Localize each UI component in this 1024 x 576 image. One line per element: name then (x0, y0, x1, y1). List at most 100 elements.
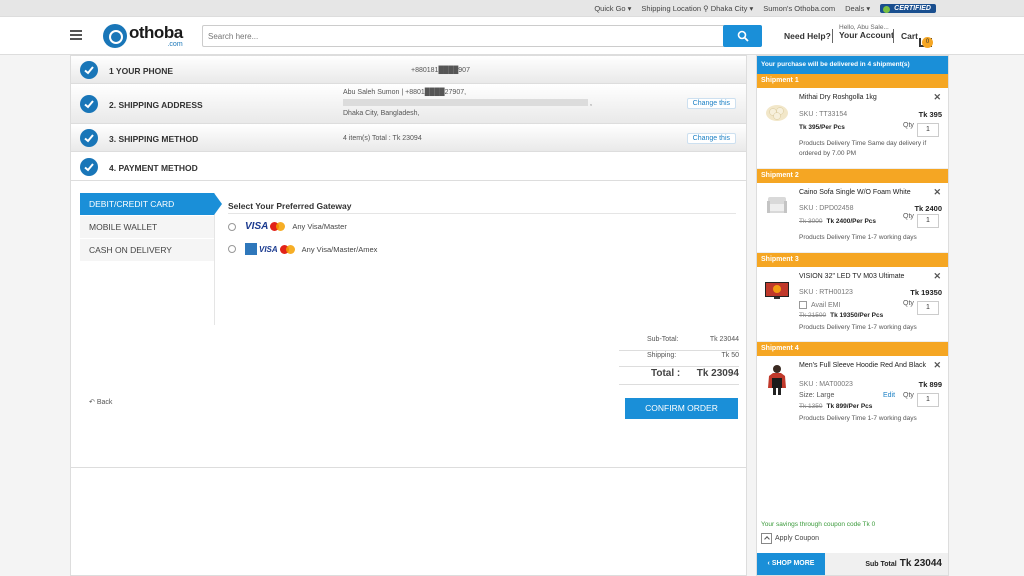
product-name[interactable]: VISION 32" LED TV M03 Ultimate (799, 272, 934, 281)
quick-go-menu[interactable]: Quick Go ▾ (594, 4, 631, 13)
remove-item-icon[interactable]: ✕ (933, 360, 941, 371)
divider (893, 29, 894, 43)
tab-mobile-wallet[interactable]: MOBILE WALLET (80, 216, 214, 238)
old-price: Tk 1350 (799, 403, 823, 410)
total-row: Total : Tk 23094 (619, 368, 739, 385)
certified-badge: CERTIFIED (880, 3, 936, 13)
gateway-option-visa-master-amex[interactable]: VISA Any Visa/Master/Amex (228, 243, 377, 255)
total-label: Total : (651, 368, 681, 379)
qty-label: Qty (903, 122, 914, 129)
gateway-title: Select Your Preferred Gateway (228, 201, 352, 211)
gateway-option-visa-master[interactable]: VISA Any Visa/Master (228, 221, 347, 232)
shop-more-button[interactable]: ‹ SHOP MORE (757, 553, 825, 575)
phone-value: +880181████907 (411, 67, 470, 74)
unit-price: Tk 3000 Tk 2400/Per Pcs (799, 218, 876, 225)
step-label: 4. PAYMENT METHOD (109, 163, 198, 173)
product-image (766, 105, 788, 121)
product-price: Tk 2400 (914, 204, 942, 213)
confirm-order-button[interactable]: CONFIRM ORDER (625, 398, 738, 419)
old-price: Tk 21500 (799, 312, 827, 319)
product-name[interactable]: Caino Sofa Single W/O Foam White (799, 188, 934, 197)
sumons-othoba-link[interactable]: Sumon's Othoba.com (763, 4, 835, 13)
delivery-time: Products Delivery Time 1-7 working days (799, 324, 917, 331)
edit-size-link[interactable]: Edit (883, 392, 895, 399)
search-input[interactable] (203, 26, 718, 46)
divider (228, 213, 736, 214)
need-help-link[interactable]: Need Help? (784, 31, 831, 41)
step-your-phone: 1 YOUR PHONE +880181████907 (71, 56, 746, 84)
search-icon (737, 30, 749, 42)
sub-total-value: Tk 23044 (899, 558, 942, 569)
back-link[interactable]: ↶ Back (89, 398, 112, 406)
search-button[interactable] (723, 25, 762, 47)
payment-method-tabs: DEBIT/CREDIT CARD MOBILE WALLET CASH ON … (80, 193, 222, 325)
qty-label: Qty (903, 392, 914, 399)
product-size: Size: Large (799, 392, 835, 399)
check-circle-icon (80, 129, 98, 147)
step-shipping-method: 3. SHIPPING METHOD 4 item(s) Total : Tk … (71, 124, 746, 152)
remove-item-icon[interactable]: ✕ (933, 271, 941, 282)
delivery-time: Products Delivery Time 1-7 working days (799, 415, 917, 422)
header: othoba .com Need Help? Hello, Abu Sale..… (0, 17, 1024, 55)
deals-menu[interactable]: Deals ▾ (845, 4, 870, 13)
shipments-header: Your purchase will be delivered in 4 shi… (757, 56, 948, 74)
gateway-radio[interactable] (228, 245, 236, 253)
step-label: 2. SHIPPING ADDRESS (109, 100, 203, 110)
shipment-item: Men's Full Sleeve Hoodie Red And Black ✕… (757, 356, 948, 436)
coupon-savings: Your savings through coupon code Tk 0 (761, 521, 876, 528)
change-shipping-button[interactable]: Change this (686, 133, 736, 144)
othoba-logo[interactable]: othoba .com (103, 24, 183, 48)
tab-cash-on-delivery[interactable]: CASH ON DELIVERY (80, 239, 214, 261)
visa-logo: VISA (259, 244, 278, 254)
old-price: Tk 3000 (799, 218, 823, 225)
shipment-item: VISION 32" LED TV M03 Ultimate ✕ SKU : R… (757, 267, 948, 342)
remove-item-icon[interactable]: ✕ (933, 187, 941, 198)
redacted-address (343, 99, 588, 107)
remove-item-icon[interactable]: ✕ (933, 92, 941, 103)
quantity-input[interactable]: 1 (917, 123, 939, 137)
product-name[interactable]: Mithai Dry Roshgolla 1kg (799, 93, 934, 102)
avail-emi-option[interactable]: Avail EMI (799, 301, 840, 309)
back-label: Back (96, 399, 113, 406)
your-account-link[interactable]: Your Account (839, 30, 894, 40)
product-name[interactable]: Men's Full Sleeve Hoodie Red And Black (799, 361, 934, 370)
shipping-location-menu[interactable]: Shipping Location ⚲ Dhaka City ▾ (641, 4, 753, 13)
change-address-button[interactable]: Change this (686, 98, 736, 109)
avail-emi-label: Avail EMI (811, 301, 841, 309)
apply-coupon-toggle[interactable]: Apply Coupon (761, 533, 819, 544)
account-menu[interactable]: Hello, Abu Sale... Your Account (839, 24, 894, 40)
quantity-input[interactable]: 1 (917, 393, 939, 407)
check-circle-icon (80, 158, 98, 176)
gateway-label: Any Visa/Master/Amex (301, 244, 378, 254)
subtotal-row: Sub-Total: Tk 23044 (619, 336, 739, 351)
hamburger-menu-icon[interactable] (70, 30, 82, 40)
quantity-input[interactable]: 1 (917, 301, 939, 315)
delivery-time: Products Delivery Time 1-7 working days (799, 234, 917, 241)
step-label: 1 YOUR PHONE (109, 66, 174, 76)
total-value: Tk 23094 (696, 368, 739, 379)
search-bar (202, 25, 762, 47)
mastercard-icon (270, 222, 286, 231)
gateway-radio[interactable] (228, 222, 236, 231)
chevron-up-icon[interactable] (761, 533, 772, 544)
emi-checkbox[interactable] (799, 301, 807, 309)
product-sku: SKU : RTH00123 (799, 289, 853, 296)
quantity-input[interactable]: 1 (917, 214, 939, 228)
product-sku: SKU : TT33154 (799, 111, 848, 118)
cart-link[interactable]: Cart (901, 31, 918, 41)
unit-price: Tk 1350 Tk 899/Per Pcs (799, 403, 872, 410)
shipment-header: Shipment 2 (757, 169, 948, 183)
step-label: 3. SHIPPING METHOD (109, 134, 199, 144)
divider (832, 29, 833, 43)
tab-debit-credit-card[interactable]: DEBIT/CREDIT CARD (80, 193, 222, 215)
shipment-item: Caino Sofa Single W/O Foam White ✕ SKU :… (757, 183, 948, 253)
step-shipping-address: 2. SHIPPING ADDRESS Abu Saleh Sumon | +8… (71, 84, 746, 124)
product-sku: SKU : MAT00023 (799, 381, 853, 388)
logo-text: othoba (129, 23, 183, 42)
checkout-panel: 1 YOUR PHONE +880181████907 2. SHIPPING … (70, 55, 747, 576)
shipment-item: Mithai Dry Roshgolla 1kg ✕ SKU : TT33154… (757, 88, 948, 169)
shipping-value: Tk 50 (721, 352, 739, 359)
shipping-method-value: 4 item(s) Total : Tk 23094 (343, 135, 422, 142)
product-price: Tk 395 (918, 110, 942, 119)
unit-price-value: Tk 899/Per Pcs (826, 403, 873, 410)
